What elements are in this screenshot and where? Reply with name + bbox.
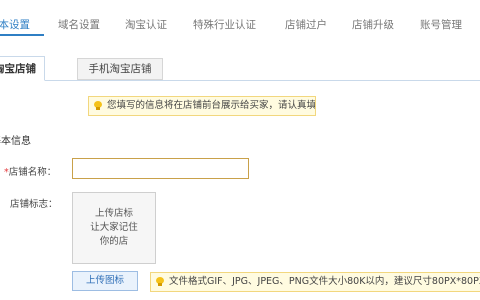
shop-logo-label: 店铺标志： [10, 199, 58, 210]
shop-name-label: *店铺名称： [4, 164, 56, 178]
upload-logo-button[interactable]: 上传图标 [72, 271, 138, 291]
sub-tabs: 淘宝店铺 手机淘宝店铺 [0, 56, 480, 81]
lightbulb-icon [94, 101, 102, 111]
tab-taobao-shop[interactable]: 淘宝店铺 [0, 56, 45, 81]
info-tip-text: 您填写的信息将在店铺前台展示给买家，请认真填写！ [107, 100, 316, 111]
tab-mobile-taobao-shop[interactable]: 手机淘宝店铺 [77, 58, 163, 80]
logo-upload-area[interactable]: 上传店标 让大家记住 你的店 [72, 192, 156, 264]
section-heading: 基本信息 [0, 136, 31, 147]
shop-name-label-text: 店铺名称： [8, 167, 57, 178]
nav-item-shop-transfer[interactable]: 店铺过户 [285, 17, 327, 32]
info-tip: 您填写的信息将在店铺前台展示给买家，请认真填写！ [88, 96, 316, 116]
logo-placeholder-line: 让大家记住 [90, 222, 138, 233]
nav-item-taobao-certification[interactable]: 淘宝认证 [125, 17, 167, 32]
logo-format-tip: 文件格式GIF、JPG、JPEG、PNG文件大小80K以内，建议尺寸80PX*8… [150, 272, 480, 292]
logo-format-tip-text: 文件格式GIF、JPG、JPEG、PNG文件大小80K以内，建议尺寸80PX*8… [169, 276, 480, 287]
shop-name-input[interactable] [72, 158, 249, 179]
logo-placeholder-line: 你的店 [99, 236, 129, 247]
active-nav-underline [0, 34, 44, 36]
nav-item-special-industry-certification[interactable]: 特殊行业认证 [193, 17, 256, 32]
logo-placeholder-line: 上传店标 [94, 208, 133, 219]
nav-item-domain-settings[interactable]: 域名设置 [58, 17, 100, 32]
nav-item-account-management[interactable]: 账号管理 [420, 17, 462, 32]
nav-item-shop-upgrade[interactable]: 店铺升级 [352, 17, 394, 32]
top-nav: 基本设置 域名设置 淘宝认证 特殊行业认证 店铺过户 店铺升级 账号管理 [0, 0, 480, 48]
nav-item-basic-settings[interactable]: 基本设置 [0, 17, 30, 32]
lightbulb-icon [156, 277, 164, 287]
